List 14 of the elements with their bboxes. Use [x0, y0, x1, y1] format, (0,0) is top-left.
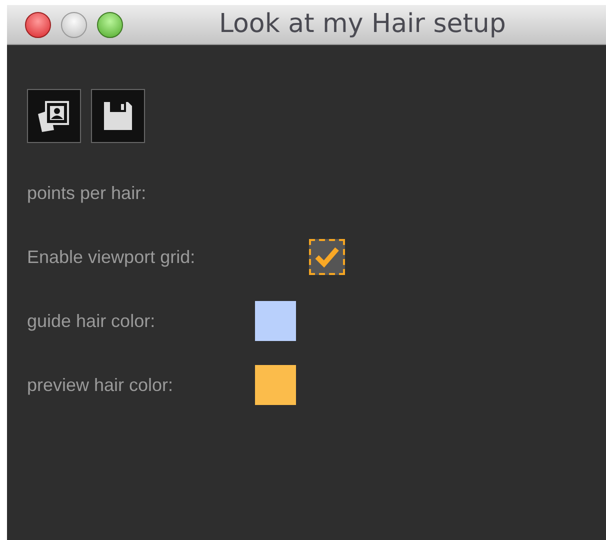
checkmark-icon: [314, 246, 340, 268]
save-button[interactable]: [91, 89, 145, 143]
field-label: guide hair color:: [27, 310, 156, 333]
photos-button[interactable]: [27, 89, 81, 143]
minimize-button[interactable]: [61, 12, 87, 38]
window-title: Look at my Hair setup: [219, 8, 506, 41]
color-swatch[interactable]: [255, 365, 296, 405]
color-swatch[interactable]: [255, 301, 296, 341]
field-label: preview hair color:: [27, 374, 174, 397]
close-button[interactable]: [25, 12, 51, 38]
field-label: points per hair:: [27, 182, 146, 205]
grid-checkbox[interactable]: [309, 239, 345, 275]
field-label: Enable viewport grid:: [27, 246, 196, 269]
zoom-button[interactable]: [97, 12, 123, 38]
